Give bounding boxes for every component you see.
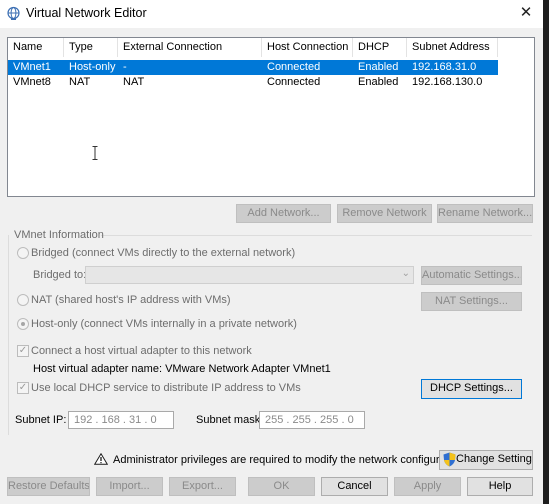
subnet-ip-field[interactable]: 192 . 168 . 31 . 0 [68, 411, 174, 429]
chevron-down-icon: ⌄ [401, 268, 410, 279]
bridged-label: Bridged (connect VMs directly to the ext… [31, 247, 296, 259]
import-button[interactable]: Import... [96, 477, 163, 496]
subnet-ip-label: Subnet IP: [15, 414, 67, 426]
restore-defaults-button[interactable]: Restore Defaults [7, 477, 90, 496]
subnet-mask-field[interactable]: 255 . 255 . 255 . 0 [259, 411, 365, 429]
close-icon: ✕ [519, 4, 533, 21]
dhcp-settings-button[interactable]: DHCP Settings... [421, 379, 522, 399]
cell-name: VMnet1 [13, 61, 51, 73]
group-border [8, 235, 9, 435]
text-cursor-icon [92, 146, 98, 160]
host-only-label: Host-only (connect VMs internally in a p… [31, 318, 297, 330]
cell-type: Host-only [69, 61, 116, 73]
cell-external-connection: - [123, 61, 127, 73]
cell-type: NAT [69, 76, 91, 88]
cell-external-connection: NAT [123, 76, 145, 88]
uac-shield-icon [443, 452, 456, 467]
virtual-network-editor-window: Virtual Network Editor ✕ Name Type Exter… [0, 0, 543, 504]
remove-network-button[interactable]: Remove Network [337, 204, 432, 223]
subnet-mask-label: Subnet mask: [196, 414, 264, 426]
apply-button[interactable]: Apply [394, 477, 461, 496]
cell-host-connection: Connected [267, 61, 321, 73]
network-list-header: Name Type External Connection Host Conne… [8, 38, 534, 57]
title-bar: Virtual Network Editor ✕ [0, 0, 543, 28]
warning-icon [94, 453, 108, 465]
connect-adapter-checkbox[interactable]: ✓ [17, 345, 29, 357]
rename-network-button[interactable]: Rename Network... [437, 204, 533, 223]
network-globe-icon [7, 6, 20, 20]
admin-notice-text: Administrator privileges are required to… [113, 454, 467, 466]
cell-dhcp: Enabled [358, 61, 399, 73]
ok-button[interactable]: OK [248, 477, 315, 496]
column-header-name[interactable]: Name [8, 38, 64, 57]
dhcp-checkbox[interactable]: ✓ [17, 382, 29, 394]
help-button[interactable]: Help [467, 477, 533, 496]
host-only-radio[interactable] [17, 318, 29, 330]
column-header-subnet-address[interactable]: Subnet Address [407, 38, 498, 57]
nat-label: NAT (shared host's IP address with VMs) [31, 294, 231, 306]
vmnet-information-title: VMnet Information [14, 229, 104, 241]
nat-settings-button[interactable]: NAT Settings... [421, 292, 522, 311]
cell-subnet-address: 192.168.31.0 [412, 61, 477, 73]
cell-subnet-address: 192.168.130.0 [412, 76, 483, 88]
bridged-radio[interactable] [17, 247, 29, 259]
automatic-settings-button[interactable]: Automatic Settings... [421, 266, 522, 285]
network-row-vmnet1[interactable]: VMnet1 Host-only - Connected Enabled 192… [8, 60, 498, 75]
window-title: Virtual Network Editor [26, 6, 147, 20]
network-row-vmnet8[interactable]: VMnet8 NAT NAT Connected Enabled 192.168… [8, 75, 498, 90]
close-button[interactable]: ✕ [515, 3, 537, 25]
bridged-to-label: Bridged to: [33, 269, 87, 281]
connect-adapter-label: Connect a host virtual adapter to this n… [31, 345, 252, 357]
column-header-type[interactable]: Type [64, 38, 118, 57]
column-header-external-connection[interactable]: External Connection [118, 38, 262, 57]
cell-dhcp: Enabled [358, 76, 399, 88]
column-header-host-connection[interactable]: Host Connection [262, 38, 353, 57]
cell-host-connection: Connected [267, 76, 321, 88]
cell-name: VMnet8 [13, 76, 51, 88]
column-header-dhcp[interactable]: DHCP [353, 38, 407, 57]
add-network-button[interactable]: Add Network... [236, 204, 331, 223]
background-edge [543, 0, 549, 504]
change-settings-label: Change Settings [456, 453, 533, 465]
dhcp-label: Use local DHCP service to distribute IP … [31, 382, 301, 394]
cancel-button[interactable]: Cancel [321, 477, 388, 496]
bridged-to-select[interactable]: ⌄ [85, 266, 414, 284]
export-button[interactable]: Export... [169, 477, 236, 496]
adapter-name-label: Host virtual adapter name: VMware Networ… [33, 363, 331, 375]
group-divider [101, 235, 532, 236]
network-list[interactable]: Name Type External Connection Host Conne… [7, 37, 535, 197]
nat-radio[interactable] [17, 294, 29, 306]
